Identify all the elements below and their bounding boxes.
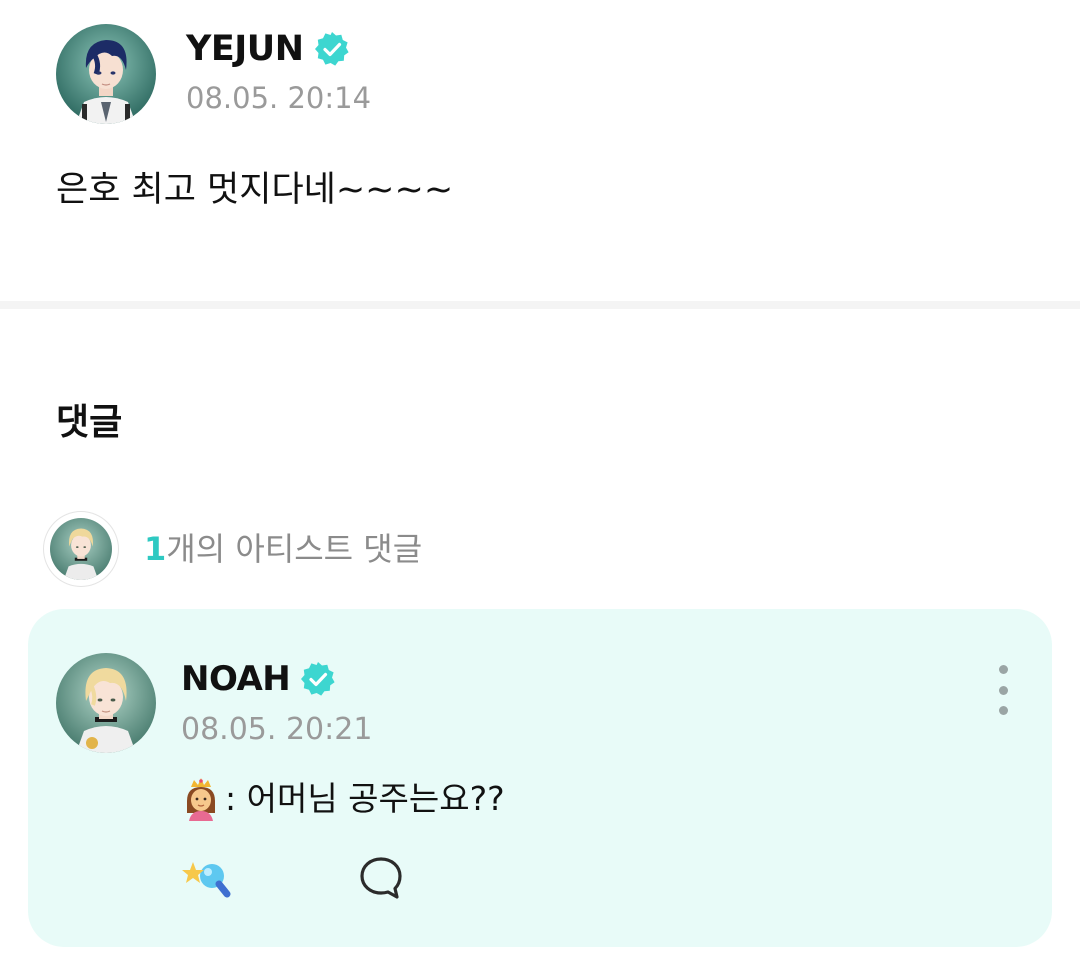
avatar-illustration (56, 24, 156, 124)
artist-comment-count-text: 1개의 아티스트 댓글 (144, 529, 422, 569)
author-block: YEJUN 08.05. 20:14 (186, 29, 371, 115)
comments-title: 댓글 (56, 402, 123, 443)
verified-badge-icon (300, 661, 336, 697)
comment-timestamp: 08.05. 20:21 (181, 712, 373, 747)
artist-avatar-ring (44, 512, 118, 586)
artist-comment-label: 개의 아티스트 댓글 (166, 530, 423, 568)
speech-bubble-icon[interactable] (358, 855, 404, 901)
artist-avatar-noah-small (50, 518, 112, 580)
verified-badge-icon (314, 31, 350, 67)
star-wand-reaction-icon[interactable] (181, 854, 233, 902)
avatar-illustration (56, 653, 156, 753)
more-vertical-icon-dot (998, 665, 1008, 674)
comment-text: : 어머님 공주는요?? (181, 777, 505, 821)
author-name-row: YEJUN (186, 29, 371, 69)
artist-comment-summary[interactable]: 1개의 아티스트 댓글 (44, 512, 422, 586)
artist-comment-card: NOAH 08.05. 20:21: 어머님 공주는요?? (28, 609, 1052, 947)
more-vertical-icon-dot (998, 706, 1008, 715)
comment-author-name[interactable]: NOAH (181, 659, 291, 699)
more-options-button[interactable] (996, 665, 1010, 715)
section-divider (0, 301, 1080, 309)
comment-actions (181, 854, 404, 902)
comment-author-block: NOAH 08.05. 20:21 (181, 659, 372, 747)
comment-text-content: : 어머님 공주는요?? (225, 779, 505, 818)
author-avatar-yejun[interactable] (56, 24, 156, 124)
post-timestamp: 08.05. 20:14 (186, 81, 372, 115)
princess-emoji-icon (181, 777, 221, 821)
artist-comment-count: 1 (144, 530, 167, 568)
comment-author-avatar-noah[interactable] (56, 653, 156, 753)
more-vertical-icon-dot (998, 685, 1008, 695)
post-header: YEJUN 08.05. 20:14 (56, 24, 371, 124)
author-name[interactable]: YEJUN (186, 29, 304, 69)
post-body: 은호 최고 멋지다네~~~~ (56, 170, 454, 210)
comment-author-name-row: NOAH (181, 659, 372, 699)
